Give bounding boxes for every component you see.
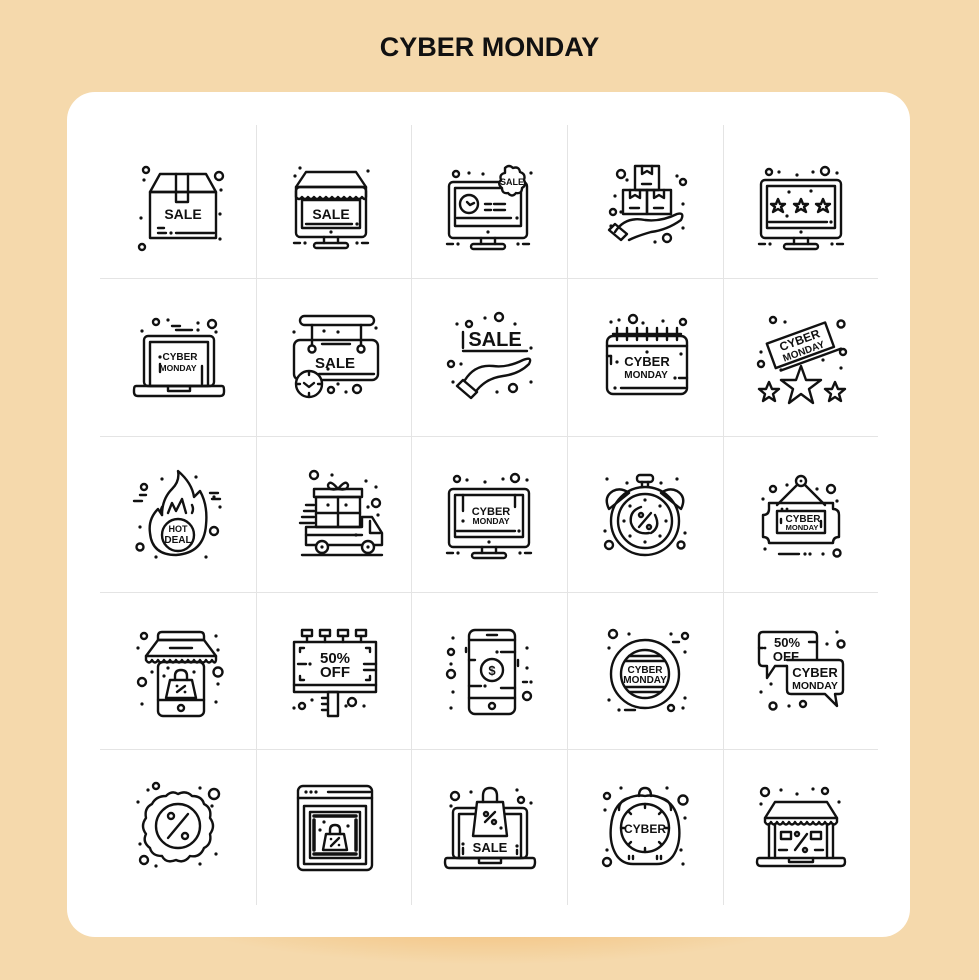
icon-label: SALE bbox=[473, 840, 508, 855]
icon-cell: CYBER bbox=[567, 750, 723, 906]
icon-label: OFF bbox=[320, 664, 350, 681]
icon-cell: CYBER MONDAY bbox=[723, 437, 879, 593]
icon-cell bbox=[567, 124, 723, 280]
monitor-sale-badge-icon: SALE bbox=[445, 164, 533, 251]
icon-label: MONDAY bbox=[786, 523, 819, 532]
icon-cell: 50% OFF. CYBER MONDAY bbox=[723, 594, 879, 750]
icon-label: DEAL bbox=[164, 535, 191, 546]
cyber-clock-icon: CYBER bbox=[601, 786, 689, 868]
icon-label: MONDAY bbox=[624, 370, 668, 381]
page-title: CYBER MONDAY bbox=[379, 32, 600, 62]
monitor-rating-stars-icon bbox=[757, 165, 845, 251]
icon-label: MONDAY bbox=[473, 516, 510, 526]
icon-label: MONDAY bbox=[160, 363, 197, 373]
icon-cell bbox=[100, 750, 256, 906]
icon-cell: CYBER MONDAY bbox=[100, 280, 256, 436]
hanging-sale-sign-clock-icon: SALE bbox=[292, 314, 380, 399]
icon-label: SALE bbox=[500, 177, 524, 187]
icon-cell: $ bbox=[411, 594, 567, 750]
icon-cell: CYBER MONDAY bbox=[567, 594, 723, 750]
icon-label: $ bbox=[488, 663, 496, 678]
percent-badge-icon bbox=[136, 781, 221, 868]
gift-delivery-truck-icon bbox=[298, 469, 384, 557]
discount-alarm-clock-icon bbox=[603, 473, 687, 557]
hanging-cyber-monday-sign-icon: CYBER MONDAY bbox=[761, 474, 842, 558]
icon-label: SALE bbox=[315, 355, 355, 372]
laptop-cyber-monday-icon: CYBER MONDAY bbox=[132, 317, 226, 398]
monitor-cyber-monday-icon: CYBER MONDAY bbox=[445, 472, 533, 560]
icon-cell bbox=[256, 750, 412, 906]
icon-label: 50% bbox=[774, 635, 800, 650]
icon-cell: SALE bbox=[256, 280, 412, 436]
icon-cell: CYBER MONDAY bbox=[723, 280, 879, 436]
icon-label: CYBER bbox=[792, 665, 838, 680]
laptop-shopping-bag-sale-icon: SALE bbox=[443, 786, 537, 870]
cyber-monday-stars-banner-icon: CYBER MONDAY bbox=[756, 315, 848, 405]
icon-cell: SALE bbox=[100, 124, 256, 280]
cyber-monday-circle-badge-icon: CYBER MONDAY bbox=[607, 628, 690, 713]
icon-cell: 50% OFF bbox=[256, 594, 412, 750]
mobile-dollar-icon: $ bbox=[445, 628, 533, 716]
icon-label: MONDAY bbox=[792, 680, 838, 692]
icon-cell: SALE bbox=[256, 124, 412, 280]
icon-cell: CYBER MONDAY bbox=[567, 280, 723, 436]
icon-cell: CYBER MONDAY bbox=[411, 437, 567, 593]
browser-shopping-bag-icon bbox=[296, 784, 374, 872]
icon-label: CYBER bbox=[624, 354, 670, 369]
icon-label: SALE bbox=[468, 329, 521, 351]
icon-cell bbox=[256, 437, 412, 593]
icon-label: HOT bbox=[169, 524, 189, 534]
icon-cell: SALE bbox=[411, 124, 567, 280]
icon-label: SALE bbox=[164, 206, 201, 222]
hand-holding-boxes-icon bbox=[607, 164, 688, 244]
icon-cell bbox=[567, 437, 723, 593]
sale-box-icon: SALE bbox=[137, 165, 225, 252]
icon-cell: SALE bbox=[411, 750, 567, 906]
calendar-cyber-monday-icon: CYBER MONDAY bbox=[605, 313, 689, 396]
icon-cell: SALE bbox=[411, 280, 567, 436]
icon-cell: HOT DEAL bbox=[100, 437, 256, 593]
laptop-store-discount-icon bbox=[755, 786, 847, 868]
icon-cell bbox=[100, 594, 256, 750]
hot-deal-fire-icon: HOT DEAL bbox=[132, 469, 222, 559]
online-store-sale-icon: SALE bbox=[292, 166, 370, 250]
icon-cell bbox=[723, 124, 879, 280]
icon-label: MONDAY bbox=[623, 675, 667, 686]
icon-label: SALE bbox=[312, 206, 349, 222]
icon-label: CYBER bbox=[624, 822, 666, 836]
icon-label: CYBER bbox=[162, 352, 198, 363]
chat-bubbles-offer-icon: 50% OFF. CYBER MONDAY bbox=[757, 630, 846, 711]
billboard-50-off-icon: 50% OFF bbox=[292, 628, 378, 718]
mobile-shop-bag-icon bbox=[136, 630, 224, 718]
hand-sale-icon: SALE bbox=[446, 311, 533, 400]
icon-cell bbox=[723, 750, 879, 906]
